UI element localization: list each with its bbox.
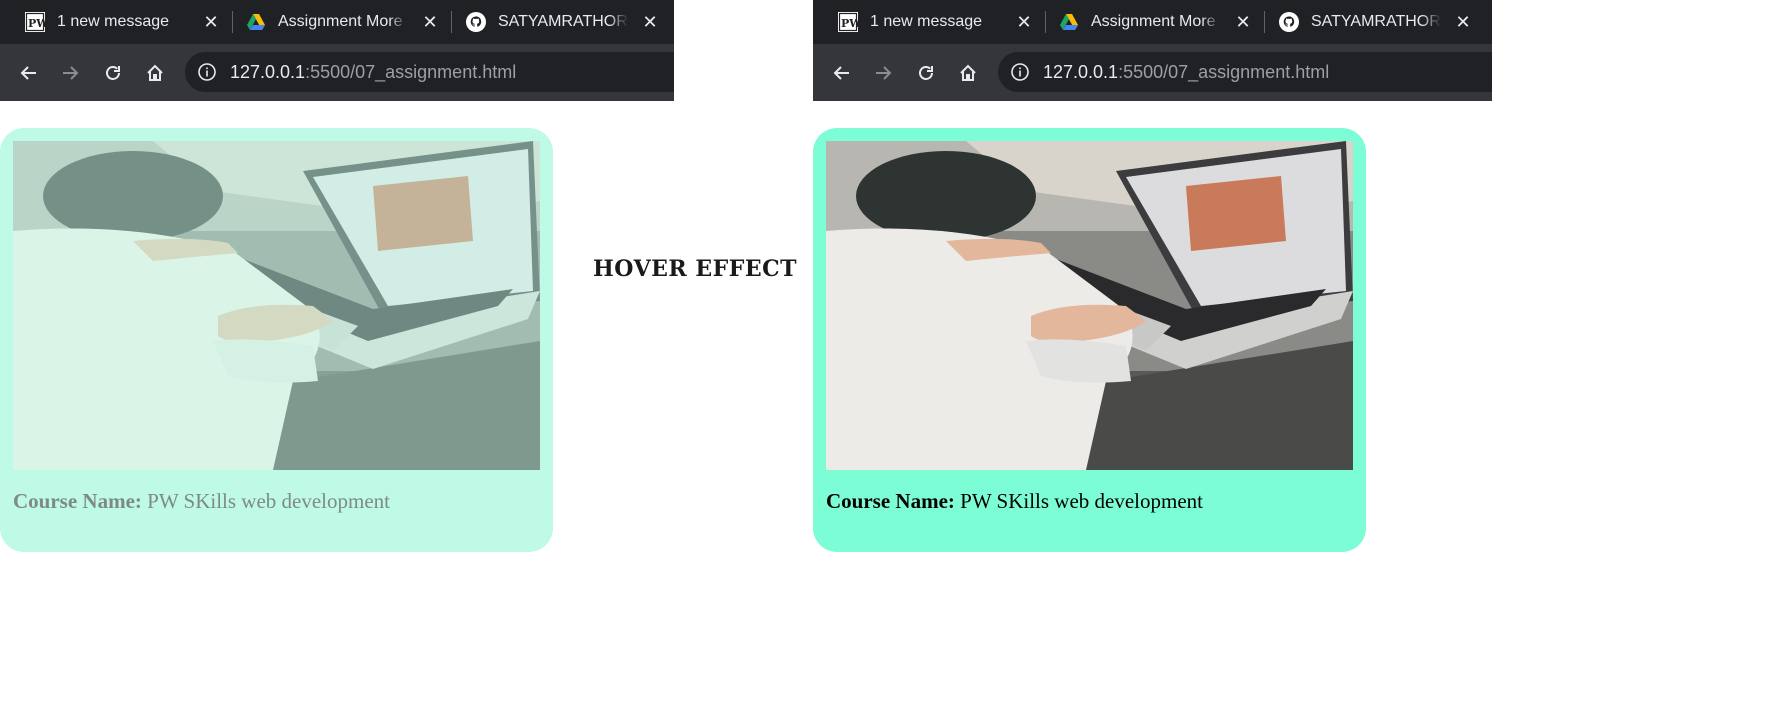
back-icon[interactable] xyxy=(829,60,855,86)
info-icon[interactable] xyxy=(1010,62,1030,82)
tab-title: 1 new message xyxy=(57,13,170,30)
url-text: 127.0.0.1:5500/07_assignment.html xyxy=(1043,62,1329,82)
google-drive-icon xyxy=(1060,14,1078,30)
browser-toolbar: 127.0.0.1:5500/07_assignment.html xyxy=(813,44,1492,101)
tab-new-message[interactable]: PW 1 new message ✕ xyxy=(838,0,1038,44)
tab-divider xyxy=(232,11,233,33)
course-value: PW SKills web development xyxy=(141,489,390,513)
github-icon xyxy=(1279,12,1299,32)
tab-strip: PW 1 new message ✕ Assignment More c ✕ S… xyxy=(813,0,1492,44)
tab-divider xyxy=(1264,11,1265,33)
close-icon[interactable]: ✕ xyxy=(1233,12,1253,32)
tab-assignment[interactable]: Assignment More c ✕ xyxy=(246,0,446,44)
tab-github[interactable]: SATYAMRATHORE0 ✕ xyxy=(466,0,666,44)
url-host: 127.0.0.1 xyxy=(230,62,306,82)
course-card-normal[interactable]: Course Name: PW SKills web development xyxy=(0,128,553,552)
tab-divider xyxy=(1045,11,1046,33)
forward-icon[interactable] xyxy=(57,60,83,86)
pw-logo-icon: PW xyxy=(838,12,858,32)
course-label: Course Name: xyxy=(13,489,142,513)
reload-icon[interactable] xyxy=(913,60,939,86)
url-path: :5500/07_assignment.html xyxy=(1118,62,1330,82)
tab-title: Assignment More c xyxy=(1091,13,1221,30)
tab-divider xyxy=(451,11,452,33)
course-label: Course Name: xyxy=(826,489,955,513)
google-drive-icon xyxy=(247,14,265,30)
course-card-hover[interactable]: Course Name: PW SKills web development xyxy=(813,128,1366,552)
tab-strip: PW 1 new message ✕ Assignment More c ✕ S… xyxy=(0,0,674,44)
close-icon[interactable]: ✕ xyxy=(201,12,221,32)
home-icon[interactable] xyxy=(955,60,981,86)
forward-icon[interactable] xyxy=(870,60,896,86)
close-icon[interactable]: ✕ xyxy=(640,12,660,32)
address-bar[interactable]: 127.0.0.1:5500/07_assignment.html xyxy=(185,52,674,92)
url-path: :5500/07_assignment.html xyxy=(305,62,517,82)
tab-title: SATYAMRATHORE0 xyxy=(498,13,628,30)
close-icon[interactable]: ✕ xyxy=(1453,12,1473,32)
tab-title: SATYAMRATHORE0 xyxy=(1311,13,1441,30)
info-icon[interactable] xyxy=(197,62,217,82)
svg-text:PW: PW xyxy=(28,17,45,30)
browser-window-left: PW 1 new message ✕ Assignment More c ✕ S… xyxy=(0,0,674,101)
tab-title: 1 new message xyxy=(870,13,983,30)
course-caption: Course Name: PW SKills web development xyxy=(13,488,390,514)
hover-effect-label: HOVER EFFECT xyxy=(593,256,797,282)
close-icon[interactable]: ✕ xyxy=(420,12,440,32)
course-photo xyxy=(826,141,1353,470)
course-photo xyxy=(13,141,540,470)
address-bar[interactable]: 127.0.0.1:5500/07_assignment.html xyxy=(998,52,1492,92)
back-icon[interactable] xyxy=(16,60,42,86)
tab-github[interactable]: SATYAMRATHORE0 ✕ xyxy=(1279,0,1479,44)
browser-toolbar: 127.0.0.1:5500/07_assignment.html xyxy=(0,44,674,101)
reload-icon[interactable] xyxy=(100,60,126,86)
browser-window-right: PW 1 new message ✕ Assignment More c ✕ S… xyxy=(813,0,1492,101)
tab-assignment[interactable]: Assignment More c ✕ xyxy=(1059,0,1259,44)
github-icon xyxy=(466,12,486,32)
close-icon[interactable]: ✕ xyxy=(1014,12,1034,32)
url-text: 127.0.0.1:5500/07_assignment.html xyxy=(230,62,516,82)
svg-text:PW: PW xyxy=(841,17,858,30)
course-caption: Course Name: PW SKills web development xyxy=(826,488,1203,514)
pw-logo-icon: PW xyxy=(25,12,45,32)
url-host: 127.0.0.1 xyxy=(1043,62,1119,82)
home-icon[interactable] xyxy=(142,60,168,86)
course-value: PW SKills web development xyxy=(954,489,1203,513)
tab-title: Assignment More c xyxy=(278,13,408,30)
tab-new-message[interactable]: PW 1 new message ✕ xyxy=(25,0,225,44)
